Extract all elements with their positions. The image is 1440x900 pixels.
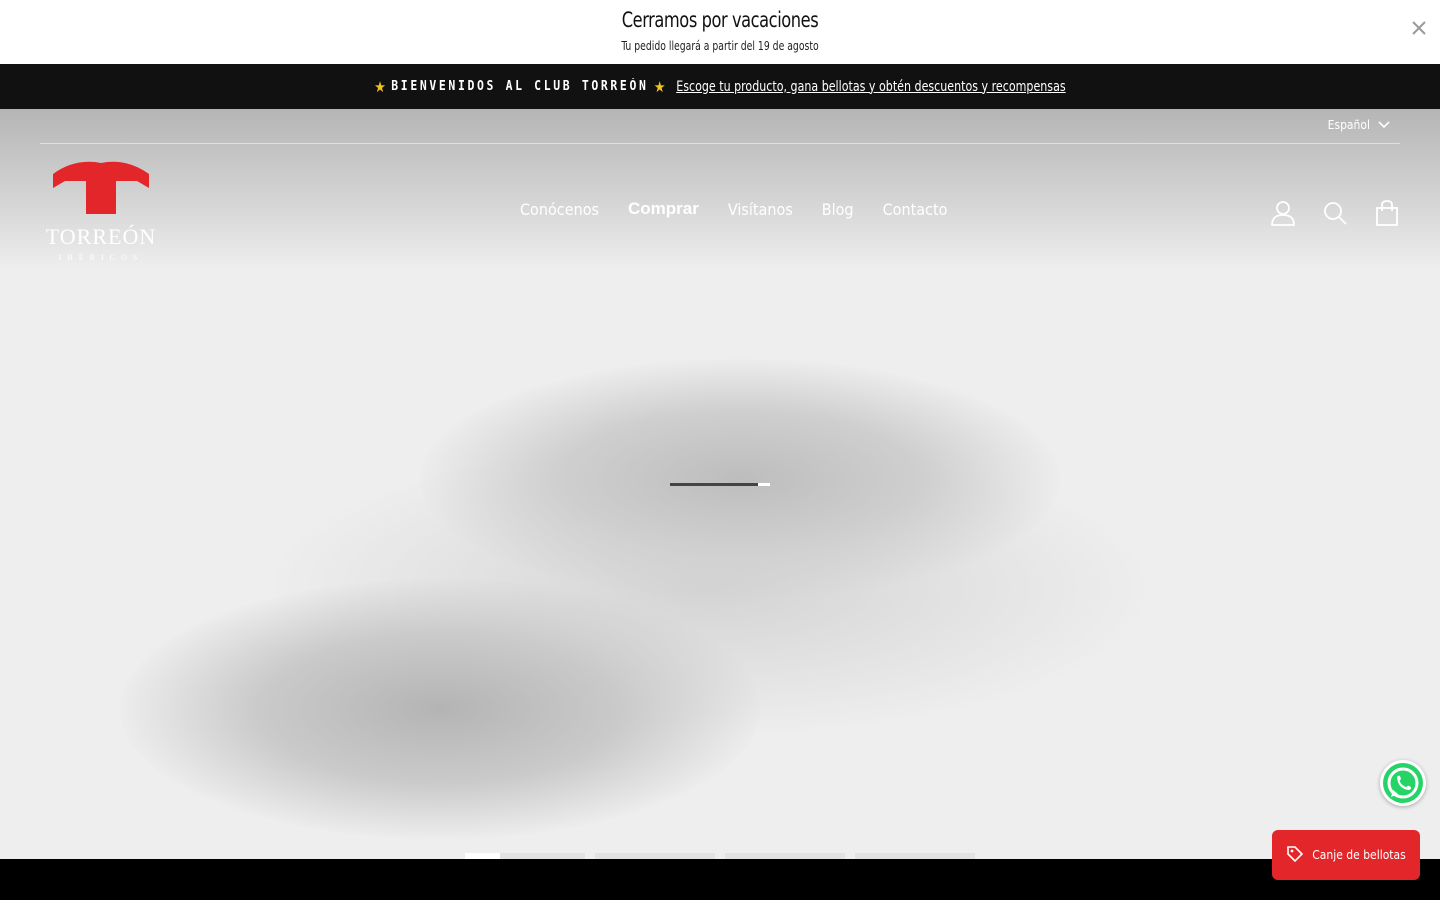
utility-row: Español <box>40 109 1400 144</box>
hero-image-placeholder <box>420 359 1060 599</box>
loading-bar-fill <box>670 483 758 486</box>
close-icon[interactable] <box>1408 17 1430 39</box>
nav-item-blog[interactable]: Blog <box>822 200 854 219</box>
language-selector[interactable]: Español <box>1328 118 1390 132</box>
announcement-subtitle: Tu pedido llegará a partir del 19 de ago… <box>621 39 819 53</box>
bellotas-label: Canje de bellotas <box>1312 848 1406 862</box>
nav-item-conocenos[interactable]: Conócenos <box>520 200 599 219</box>
language-label: Español <box>1327 118 1370 132</box>
announcement-title: Cerramos por vacaciones <box>621 8 819 32</box>
footer-bar <box>0 859 1440 900</box>
logo-mark-icon <box>53 161 149 214</box>
nav-item-comprar[interactable]: Comprar <box>628 199 699 219</box>
logo-text: TORREÓN <box>45 224 157 249</box>
nav-item-contacto[interactable]: Contacto <box>883 200 948 219</box>
bellotas-redeem-button[interactable]: Canje de bellotas <box>1272 830 1420 880</box>
vacation-announcement: Cerramos por vacaciones Tu pedido llegar… <box>0 0 1440 64</box>
logo[interactable]: TORREÓN IBÉRICOS <box>40 158 162 266</box>
club-link[interactable]: Escoge tu producto, gana bellotas y obté… <box>676 79 1065 95</box>
main-nav: Conócenos Comprar Visítanos Blog Contact… <box>520 199 947 219</box>
loading-bar <box>670 483 770 486</box>
hero-slideshow <box>0 109 1440 859</box>
club-bar: ★ BIENVENIDOS AL CLUB TORREÓN ★ Escoge t… <box>0 64 1440 109</box>
header-icons <box>1270 199 1400 227</box>
logo-subtext: IBÉRICOS <box>58 253 144 262</box>
user-icon[interactable] <box>1270 199 1296 227</box>
hero-image-placeholder <box>120 579 760 839</box>
club-welcome-text: BIENVENIDOS AL CLUB TORREÓN <box>391 79 649 94</box>
cart-icon[interactable] <box>1374 199 1400 227</box>
whatsapp-icon[interactable] <box>1380 760 1426 806</box>
chevron-down-icon <box>1378 118 1390 132</box>
star-icon: ★ <box>374 78 387 96</box>
search-icon[interactable] <box>1322 199 1348 227</box>
star-icon: ★ <box>653 78 666 96</box>
nav-item-visitanos[interactable]: Visítanos <box>728 200 793 219</box>
tag-icon <box>1286 845 1304 866</box>
